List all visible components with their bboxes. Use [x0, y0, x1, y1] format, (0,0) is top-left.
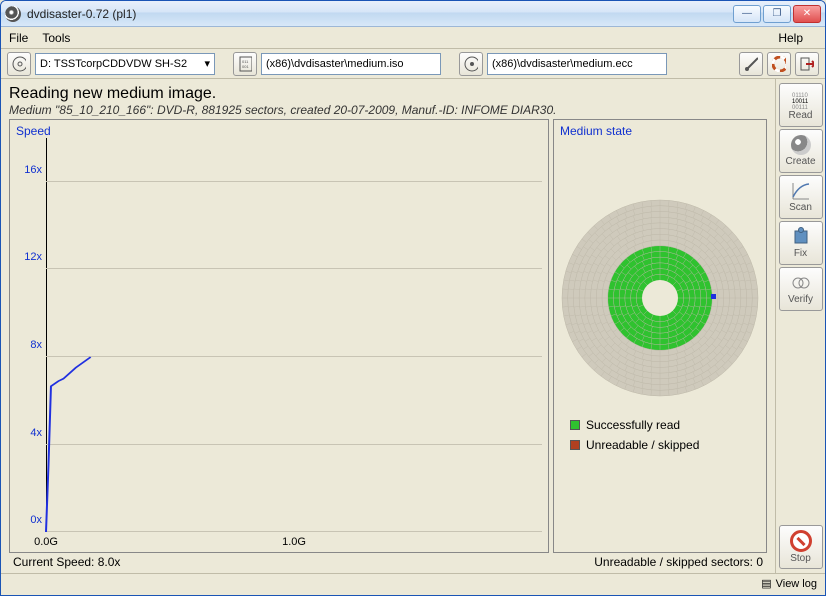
- help-button[interactable]: [767, 52, 791, 76]
- image-path-value: (x86)\dvdisaster\medium.iso: [266, 58, 404, 70]
- puzzle-icon: [791, 227, 811, 247]
- exit-icon: [800, 56, 814, 72]
- ecc-file-icon-button[interactable]: [459, 52, 483, 76]
- speed-chart: 0x 4x 8x 12x 16x 0.0G 1.0G: [46, 138, 542, 532]
- image-file-icon-button[interactable]: 011001: [233, 52, 257, 76]
- statusbar: ▤ View log: [1, 573, 825, 593]
- maximize-button[interactable]: ❐: [763, 5, 791, 23]
- read-button[interactable]: 011101001100111 Read: [779, 83, 823, 127]
- menubar: File Tools Help: [1, 27, 825, 49]
- speed-line: [46, 138, 542, 532]
- drive-select[interactable]: D: TSSTcorpCDDVDW SH-S2 ▾: [35, 53, 215, 75]
- toolbar: D: TSSTcorpCDDVDW SH-S2 ▾ 011001 (x86)\d…: [1, 49, 825, 79]
- fix-button[interactable]: Fix: [779, 221, 823, 265]
- tools-icon: [744, 56, 758, 72]
- close-button[interactable]: ✕: [793, 5, 821, 23]
- titlebar: dvdisaster-0.72 (pl1) — ❐ ✕: [1, 1, 825, 27]
- legend: Successfully read Unreadable / skipped: [560, 418, 760, 452]
- disc-icon: [12, 56, 26, 72]
- lifebuoy-icon: [772, 56, 786, 72]
- image-path-field[interactable]: (x86)\dvdisaster\medium.iso: [261, 53, 441, 75]
- quit-button[interactable]: [795, 52, 819, 76]
- menu-file[interactable]: File: [9, 31, 28, 45]
- svg-text:00111: 00111: [792, 105, 808, 109]
- ytick: 16x: [16, 164, 42, 176]
- xtick: 0.0G: [34, 536, 58, 548]
- medium-disc: [560, 198, 760, 398]
- app-icon: [5, 6, 21, 22]
- chevron-down-icon: ▾: [204, 57, 210, 70]
- xtick: 1.0G: [282, 536, 306, 548]
- legend-bad-label: Unreadable / skipped: [586, 438, 699, 452]
- curve-icon: [791, 181, 811, 201]
- yinyang-icon: [791, 135, 811, 155]
- verify-label: Verify: [788, 294, 813, 305]
- preferences-button[interactable]: [739, 52, 763, 76]
- binary-file-icon: 011001: [238, 56, 252, 72]
- view-log-link[interactable]: View log: [776, 578, 817, 590]
- ytick: 8x: [16, 339, 42, 351]
- rightbar: 011101001100111 Read Create Scan Fix Ver…: [775, 79, 825, 573]
- legend-ok-label: Successfully read: [586, 418, 680, 432]
- medium-title: Medium state: [560, 124, 760, 138]
- ecc-disc-icon: [464, 56, 478, 72]
- menu-tools[interactable]: Tools: [42, 31, 70, 45]
- menu-help[interactable]: Help: [778, 31, 803, 45]
- speed-panel: Speed 0x 4x 8x 12x 16x 0.0G: [9, 119, 549, 553]
- current-speed: Current Speed: 8.0x: [13, 555, 120, 569]
- status-sub: Medium "85_10_210_166": DVD-R, 881925 se…: [9, 103, 767, 117]
- log-icon: ▤: [761, 577, 771, 590]
- scan-label: Scan: [789, 202, 812, 213]
- status-heading: Reading new medium image.: [9, 85, 767, 103]
- legend-ok-swatch: [570, 420, 580, 430]
- ecc-path-field[interactable]: (x86)\dvdisaster\medium.ecc: [487, 53, 667, 75]
- read-label: Read: [789, 110, 813, 121]
- minimize-button[interactable]: —: [733, 5, 761, 23]
- legend-bad-swatch: [570, 440, 580, 450]
- verify-button[interactable]: Verify: [779, 267, 823, 311]
- create-button[interactable]: Create: [779, 129, 823, 173]
- verify-icon: [791, 273, 811, 293]
- speed-title: Speed: [16, 124, 542, 138]
- ecc-path-value: (x86)\dvdisaster\medium.ecc: [492, 58, 633, 70]
- fix-label: Fix: [794, 248, 807, 259]
- ytick: 12x: [16, 251, 42, 263]
- footer-info: Current Speed: 8.0x Unreadable / skipped…: [9, 553, 767, 573]
- medium-panel: Medium state Successfully read: [553, 119, 767, 553]
- ytick: 4x: [16, 427, 42, 439]
- window-title: dvdisaster-0.72 (pl1): [27, 7, 733, 21]
- create-label: Create: [785, 156, 815, 167]
- unreadable-count: Unreadable / skipped sectors: 0: [594, 555, 763, 569]
- binary-icon: 011101001100111: [791, 89, 811, 109]
- main-area: Reading new medium image. Medium "85_10_…: [1, 79, 775, 573]
- drive-icon-button[interactable]: [7, 52, 31, 76]
- stop-label: Stop: [790, 553, 811, 564]
- stop-icon: [790, 530, 812, 552]
- svg-text:001: 001: [242, 64, 249, 69]
- stop-button[interactable]: Stop: [779, 525, 823, 569]
- drive-select-value: D: TSSTcorpCDDVDW SH-S2: [40, 58, 204, 70]
- ytick: 0x: [16, 514, 42, 526]
- scan-button[interactable]: Scan: [779, 175, 823, 219]
